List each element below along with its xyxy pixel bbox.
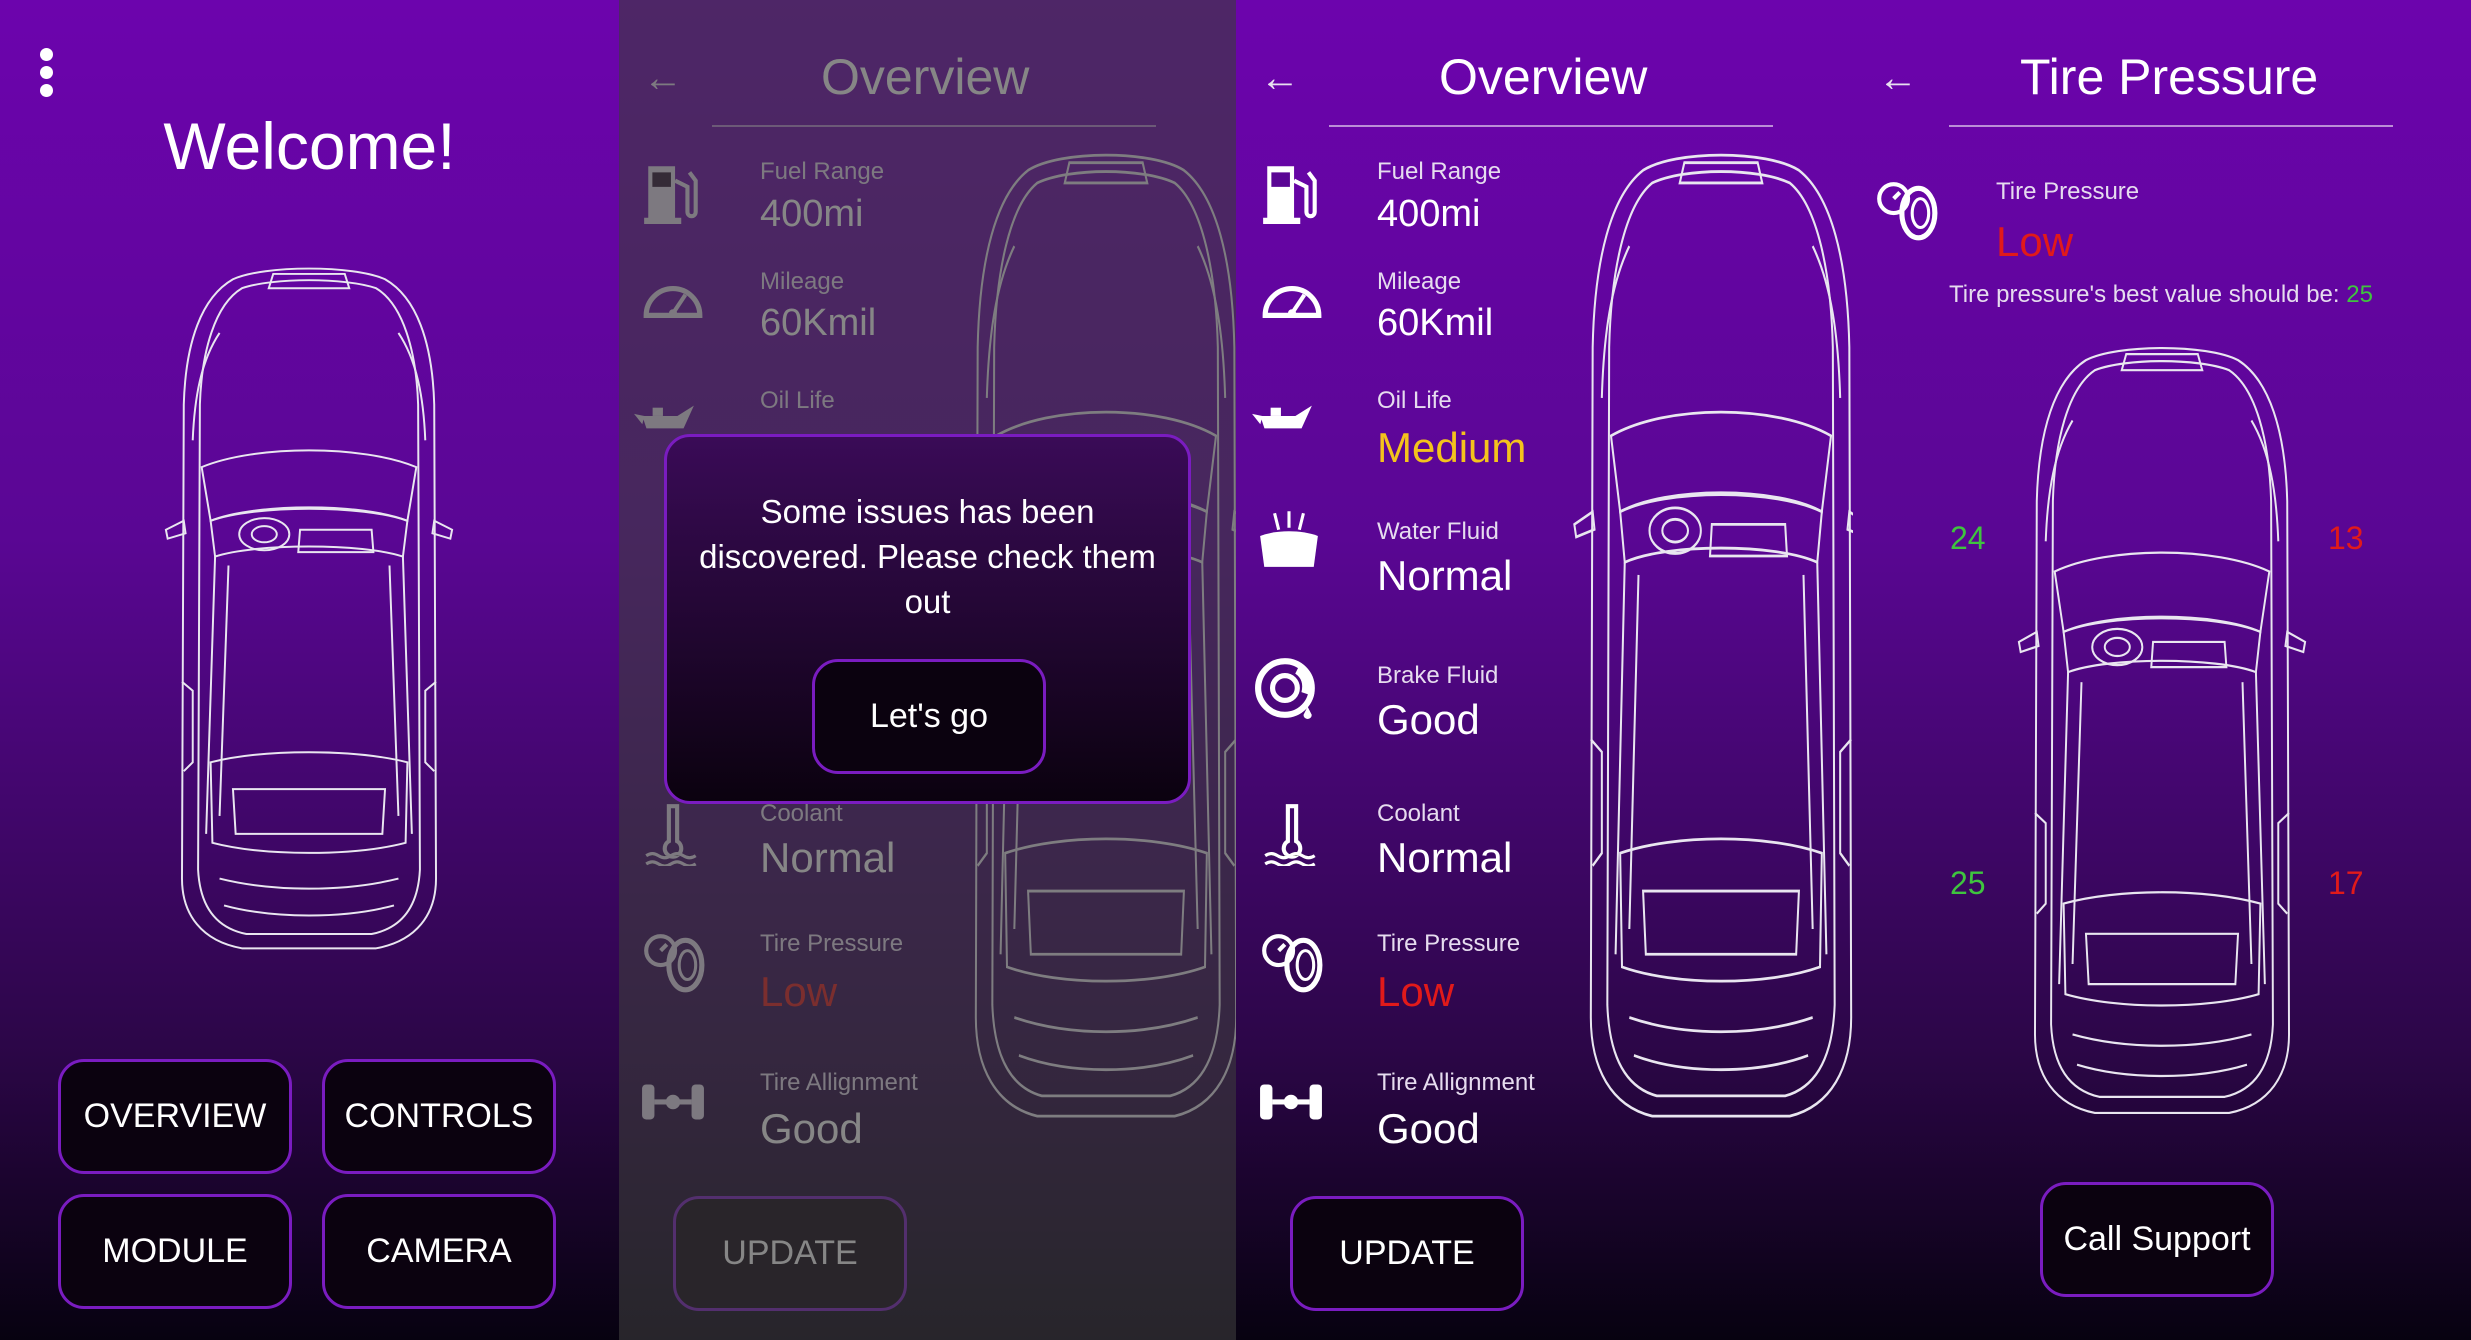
brake-fluid-label: Brake Fluid — [1377, 662, 1499, 689]
camera-button[interactable]: CAMERA — [322, 1194, 556, 1309]
car-illustration — [2001, 340, 2323, 1120]
speedometer-icon — [1259, 270, 1325, 336]
tire-pressure-label: Tire Pressure — [1377, 930, 1521, 957]
mileage-value: 60Kmil — [1377, 302, 1494, 344]
welcome-title: Welcome! — [163, 109, 456, 183]
controls-button[interactable]: CONTROLS — [322, 1059, 556, 1174]
thermometer-icon — [1259, 800, 1325, 866]
update-button[interactable]: UPDATE — [1290, 1196, 1524, 1311]
more-options-icon[interactable] — [40, 48, 54, 98]
fuel-range-label: Fuel Range — [1377, 158, 1502, 185]
title-divider — [1949, 125, 2393, 127]
best-value-number: 25 — [2346, 281, 2373, 308]
tire-alignment-label: Tire Allignment — [1377, 1069, 1535, 1096]
overview-screen-dialog: ← Overview Fuel Range 400mi Mileage 60Km… — [619, 0, 1236, 1340]
page-title: Tire Pressure — [2020, 49, 2319, 105]
best-value-label: Tire pressure's best value should be: — [1949, 281, 2347, 308]
module-button[interactable]: MODULE — [58, 1194, 292, 1309]
coolant-label: Coolant — [1377, 800, 1460, 827]
mileage-label: Mileage — [1377, 268, 1462, 295]
back-arrow-icon[interactable]: ← — [1260, 56, 1300, 101]
issues-dialog: Some issues has been discovered. Please … — [664, 434, 1191, 804]
tire-gauge-icon — [1873, 178, 1939, 244]
oil-can-icon — [1250, 385, 1316, 451]
title-divider — [1329, 125, 1773, 127]
home-screen: Welcome! OVERVIEW CONTROLS MODULE CAMERA — [0, 0, 619, 1340]
overview-screen: ← Overview Fuel Range 400mi Mileage 60Km… — [1236, 0, 1853, 1340]
oil-life-value: Medium — [1377, 424, 1527, 471]
tire-alignment-value: Good — [1377, 1105, 1480, 1152]
front-left-pressure: 24 — [1950, 520, 1986, 556]
axle-icon — [1258, 1070, 1324, 1136]
brake-fluid-value: Good — [1377, 696, 1480, 743]
overview-button[interactable]: OVERVIEW — [58, 1059, 292, 1174]
tire-pressure-screen: ← Tire Pressure Tire Pressure Low Tire p… — [1853, 0, 2471, 1340]
rear-left-pressure: 25 — [1950, 865, 1986, 901]
front-right-pressure: 13 — [2328, 520, 2364, 556]
lets-go-button[interactable]: Let's go — [812, 659, 1046, 774]
car-illustration — [148, 222, 470, 994]
tire-pressure-value: Low — [1996, 218, 2074, 265]
coolant-value: Normal — [1377, 834, 1513, 881]
washer-fluid-icon — [1256, 505, 1322, 571]
tire-pressure-label: Tire Pressure — [1996, 178, 2140, 205]
oil-life-label: Oil Life — [1377, 387, 1452, 414]
call-support-button[interactable]: Call Support — [2040, 1182, 2274, 1297]
car-illustration — [1556, 145, 1853, 1125]
water-fluid-label: Water Fluid — [1377, 518, 1499, 545]
tire-pressure-value: Low — [1377, 968, 1455, 1015]
water-fluid-value: Normal — [1377, 552, 1513, 599]
best-value-text: Tire pressure's best value should be: 25 — [1949, 281, 2373, 309]
fuel-pump-icon — [1259, 160, 1325, 226]
back-arrow-icon[interactable]: ← — [1878, 56, 1918, 101]
dialog-message: Some issues has been discovered. Please … — [699, 493, 1156, 620]
fuel-range-value: 400mi — [1377, 193, 1481, 235]
page-title: Overview — [1439, 49, 1648, 105]
rear-right-pressure: 17 — [2328, 865, 2364, 901]
tire-gauge-icon — [1258, 930, 1324, 996]
brake-icon — [1254, 655, 1320, 721]
